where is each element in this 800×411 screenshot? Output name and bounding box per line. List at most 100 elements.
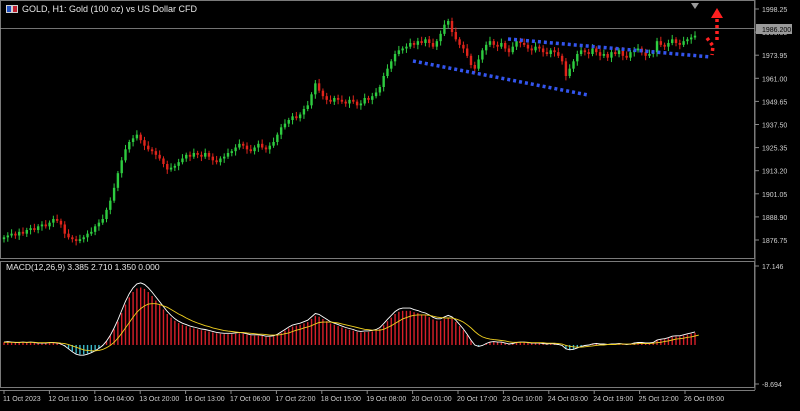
candle-bear	[245, 145, 249, 150]
candle-bear	[59, 220, 63, 225]
candle-bull	[409, 43, 412, 47]
candle-bear	[74, 239, 78, 241]
channel-lower-line[interactable]	[412, 59, 589, 97]
candle-bull	[185, 154, 188, 159]
price-axis-label: 1913.20	[762, 169, 787, 176]
chart-title-bar: GOLD, H1: Gold (100 oz) vs US Dollar CFD	[6, 4, 197, 14]
candle-bear	[207, 153, 211, 157]
annotations-group[interactable]	[412, 8, 723, 97]
candle-bull	[124, 149, 127, 161]
candle-bear	[200, 154, 203, 157]
candle-bear	[465, 48, 469, 56]
candle-bull	[298, 114, 302, 119]
time-axis-label: 20 Oct 17:00	[457, 396, 497, 403]
candle-bull	[36, 226, 40, 230]
candle-bear	[450, 21, 454, 32]
candle-bull	[219, 158, 222, 163]
chart-window[interactable]: 1998.251986.001973.951961.001949.651937.…	[0, 0, 800, 407]
candle-bull	[90, 231, 93, 234]
candle-bull	[2, 237, 6, 240]
candle-bull	[82, 237, 85, 240]
candle-bull	[283, 123, 287, 128]
candle-bull	[359, 103, 363, 106]
candle-bear	[367, 98, 370, 100]
candle-bull	[40, 224, 44, 227]
candle-bear	[454, 32, 458, 40]
arrow-up-icon[interactable]	[711, 8, 723, 18]
macd-axis-label: 17.146	[762, 264, 784, 271]
candle-bear	[143, 140, 146, 146]
candle-bull	[52, 219, 55, 223]
candle-bear	[154, 151, 158, 155]
candle-bull	[25, 230, 28, 234]
candle-bull	[223, 156, 226, 159]
candle-bull	[424, 39, 427, 43]
candle-bull	[515, 41, 518, 47]
candle-bear	[188, 154, 192, 157]
candle-bull	[226, 153, 230, 157]
candle-bull	[500, 43, 503, 47]
macd-title: MACD(12,26,9) 3.385 2.710 1.350 0.000	[6, 262, 160, 272]
candle-bear	[336, 98, 340, 100]
price-axis-label: 1925.35	[762, 146, 787, 153]
candle-bull	[97, 222, 101, 227]
macd-axis-label: -8.694	[762, 382, 782, 389]
candle-bull	[310, 94, 313, 106]
candle-bull	[272, 142, 275, 146]
candle-bull	[86, 233, 89, 238]
candle-bull	[230, 151, 234, 153]
candle-bull	[348, 99, 351, 104]
candle-bull	[6, 235, 9, 238]
candle-bull	[416, 41, 420, 45]
candle-bear	[249, 149, 252, 152]
macd-lines	[3, 282, 699, 356]
macd-axis: 17.146 -8.694	[755, 264, 784, 389]
candle-bear	[557, 52, 560, 56]
candle-bear	[595, 48, 598, 53]
candle-bull	[435, 41, 439, 47]
candle-bear	[412, 43, 416, 45]
candle-bull	[128, 142, 131, 150]
candle-bear	[458, 39, 461, 45]
arrow-curve[interactable]	[705, 36, 715, 56]
time-axis: 11 Oct 2023 12 Oct 11:00 13 Oct 04:00 13 Oc…	[3, 390, 724, 403]
candle-bull	[401, 48, 404, 51]
symbol-title: GOLD, H1: Gold (100 oz) vs US Dollar CFD	[22, 4, 198, 14]
price-axis-label: 1973.95	[762, 53, 787, 60]
candle-bull	[617, 50, 621, 54]
candle-bull	[234, 147, 237, 152]
candle-bear	[166, 164, 169, 170]
chart-shift-marker[interactable]	[691, 3, 699, 9]
candle-bear	[503, 43, 507, 49]
time-axis-label: 26 Oct 05:00	[684, 396, 724, 403]
candle-bull	[393, 54, 397, 62]
candle-bear	[317, 83, 321, 91]
candle-bear	[659, 41, 663, 45]
candle-bull	[636, 48, 640, 51]
candle-bear	[625, 55, 628, 58]
candle-bull	[101, 219, 104, 223]
candle-bull	[667, 43, 670, 47]
candle-bull	[447, 21, 450, 25]
candle-bull	[204, 153, 207, 157]
candle-bull	[131, 138, 135, 142]
candles-group	[2, 17, 697, 246]
candle-bull	[693, 35, 697, 38]
candle-bear	[663, 44, 666, 47]
chart-canvas[interactable]: 1998.251986.001973.951961.001949.651937.…	[0, 0, 800, 407]
candle-bear	[196, 153, 199, 155]
time-axis-label: 13 Oct 04:00	[94, 396, 134, 403]
candle-bull	[655, 41, 659, 53]
candle-bull	[29, 228, 32, 230]
candle-bull	[591, 48, 594, 54]
candle-bear	[355, 101, 359, 106]
candle-bull	[568, 68, 571, 76]
candle-bull	[378, 87, 382, 93]
candle-bear	[598, 52, 602, 56]
time-axis-label: 25 Oct 12:00	[639, 396, 679, 403]
candle-bull	[579, 50, 583, 54]
candle-bear	[55, 219, 59, 221]
candle-bear	[344, 101, 347, 104]
candle-bear	[545, 52, 549, 54]
price-axis-label: 1949.65	[762, 99, 787, 106]
